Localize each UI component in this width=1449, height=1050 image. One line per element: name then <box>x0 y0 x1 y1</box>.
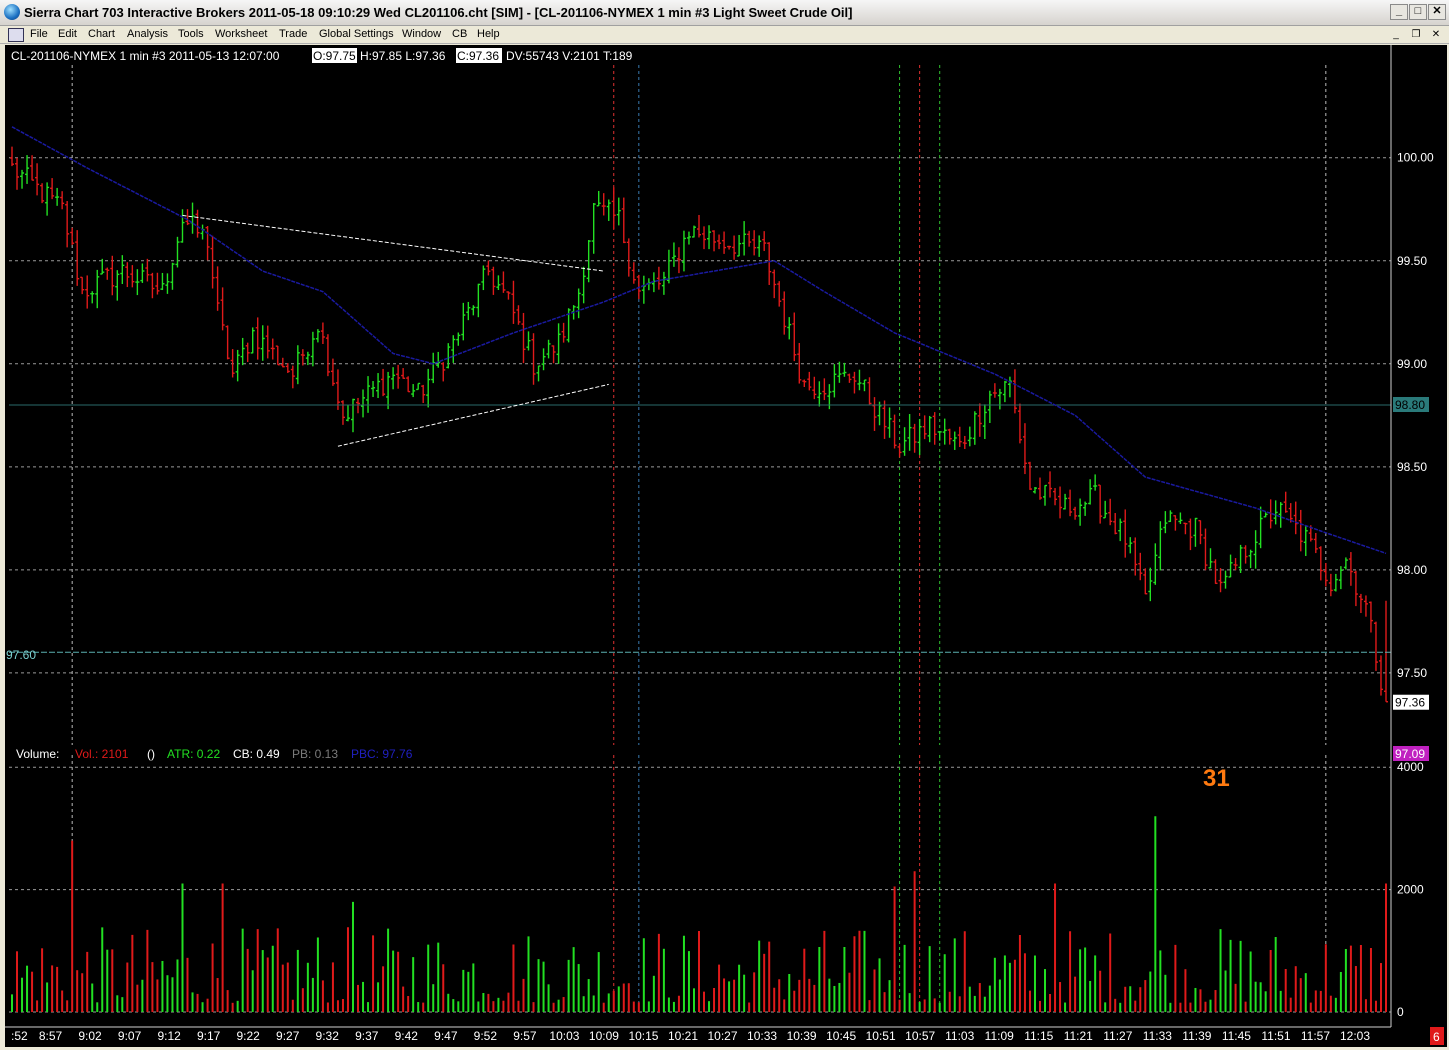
cb-value: CB: 0.49 <box>233 747 280 761</box>
pb-value: PB: 0.13 <box>292 747 338 761</box>
time-tick-label: 9:02 <box>78 1029 102 1043</box>
volume-label: Volume: <box>16 747 59 761</box>
time-tick-label: 11:15 <box>1024 1029 1053 1043</box>
high-low-values: H:97.85 L:97.36 <box>360 49 446 63</box>
grid-layer <box>9 157 1391 1013</box>
time-tick-label: 9:07 <box>118 1029 142 1043</box>
volume-tick-label: 4000 <box>1397 760 1424 774</box>
time-tick-label: 10:27 <box>708 1029 738 1043</box>
overlay-layer <box>9 126 1391 653</box>
doc-restore-button[interactable]: ❐ <box>1408 28 1424 41</box>
price-tick-label: 98.50 <box>1397 460 1427 474</box>
time-tick-label: 9:17 <box>197 1029 221 1043</box>
menu-analysis[interactable]: Analysis <box>127 28 168 40</box>
time-tick-label: 9:27 <box>276 1029 300 1043</box>
close-button[interactable]: ✕ <box>1428 4 1446 20</box>
chart-symbol-text: CL-201106-NYMEX 1 min #3 2011-05-13 12:0… <box>11 49 280 63</box>
paren-value: () <box>147 747 155 761</box>
menu-trade[interactable]: Trade <box>279 28 307 40</box>
left-price-label: 97.60 <box>6 648 36 662</box>
time-tick-label: 10:15 <box>628 1029 658 1043</box>
time-tick-label: 11:03 <box>945 1029 974 1043</box>
menu-bar: File Edit Chart Analysis Tools Worksheet… <box>0 26 1449 44</box>
pbc-value: PBC: 97.76 <box>351 747 413 761</box>
price-bars-layer <box>10 146 1388 703</box>
price-tick-label: 98.00 <box>1397 563 1427 577</box>
time-tick-label: 10:21 <box>668 1029 698 1043</box>
time-tick-label: 11:39 <box>1182 1029 1211 1043</box>
time-tick-label: 11:51 <box>1261 1029 1290 1043</box>
menu-global-settings[interactable]: Global Settings <box>319 28 394 40</box>
minimize-button[interactable]: _ <box>1390 4 1408 20</box>
menu-edit[interactable]: Edit <box>58 28 77 40</box>
document-icon[interactable] <box>8 28 24 42</box>
vol-value: Vol.: 2101 <box>75 747 129 761</box>
time-tick-label: 11:45 <box>1222 1029 1251 1043</box>
time-tick-label: 11:27 <box>1103 1029 1132 1043</box>
vertical-markers-layer <box>71 65 1327 1012</box>
time-tick-label: 12:03 <box>1340 1029 1370 1043</box>
time-tick-label: 9:22 <box>236 1029 260 1043</box>
time-tick-label: 10:09 <box>589 1029 619 1043</box>
menu-window[interactable]: Window <box>402 28 441 40</box>
price-tick-label: 100.00 <box>1397 151 1434 165</box>
axes-layer: 100.00 99.50 99.00 98.50 98.00 97.50 4000 2000 0… <box>5 45 1434 1043</box>
trendline <box>182 214 604 272</box>
menu-chart[interactable]: Chart <box>88 28 115 40</box>
daily-stats: DV:55743 V:2101 T:189 <box>506 49 633 63</box>
atr-value: ATR: 0.22 <box>167 747 220 761</box>
time-tick-label: 11:33 <box>1143 1029 1172 1043</box>
doc-minimize-button[interactable]: _ <box>1388 28 1404 41</box>
time-tick-label: 9:52 <box>474 1029 498 1043</box>
close-value: C:97.36 <box>457 49 499 63</box>
pbc-marker-text: 97.09 <box>1395 747 1425 761</box>
time-tick-label: 11:09 <box>985 1029 1014 1043</box>
time-tick-label: 10:51 <box>866 1029 896 1043</box>
time-tick-label: 9:32 <box>316 1029 340 1043</box>
time-tick-label: :52 <box>11 1029 28 1043</box>
time-tick-label: 9:47 <box>434 1029 458 1043</box>
window-title: Sierra Chart 703 Interactive Brokers 201… <box>24 5 853 20</box>
price-tick-label: 97.50 <box>1397 666 1427 680</box>
counter-text: 31 <box>1203 765 1230 792</box>
maximize-button[interactable]: □ <box>1409 4 1427 20</box>
price-marker-text: 98.80 <box>1395 398 1425 412</box>
time-tick-label: 9:42 <box>395 1029 419 1043</box>
time-tick-label: 10:03 <box>549 1029 579 1043</box>
menu-tools[interactable]: Tools <box>178 28 204 40</box>
time-tick-label: 10:33 <box>747 1029 777 1043</box>
menu-cb[interactable]: CB <box>452 28 467 40</box>
price-volume-chart[interactable]: 100.00 99.50 99.00 98.50 98.00 97.50 4000 2000 0… <box>5 45 1447 1047</box>
time-tick-label: 9:12 <box>157 1029 181 1043</box>
time-tick-label: 11:57 <box>1301 1029 1330 1043</box>
app-globe-icon <box>4 4 20 20</box>
volume-tick-label: 2000 <box>1397 883 1424 897</box>
open-value: O:97.75 <box>313 49 356 63</box>
volume-bars-layer <box>11 816 1387 1012</box>
menu-file[interactable]: File <box>30 28 48 40</box>
menu-help[interactable]: Help <box>477 28 500 40</box>
time-tick-label: 10:45 <box>826 1029 856 1043</box>
price-tick-label: 99.00 <box>1397 357 1427 371</box>
last-price-marker-text: 97.36 <box>1395 696 1425 710</box>
time-tick-label: 9:57 <box>513 1029 537 1043</box>
volume-tick-label: 0 <box>1397 1005 1404 1019</box>
menu-worksheet[interactable]: Worksheet <box>215 28 267 40</box>
bottom-right-badge-text: 6 <box>1433 1030 1440 1044</box>
chart-area[interactable]: 100.00 99.50 99.00 98.50 98.00 97.50 4000 2000 0… <box>5 45 1447 1047</box>
time-tick-label: 10:39 <box>787 1029 817 1043</box>
moving-average-line <box>11 126 1387 555</box>
title-bar[interactable]: Sierra Chart 703 Interactive Brokers 201… <box>0 0 1449 26</box>
time-tick-label: 11:21 <box>1064 1029 1093 1043</box>
time-tick-label: 10:57 <box>905 1029 935 1043</box>
doc-close-button[interactable]: ✕ <box>1428 28 1444 41</box>
time-tick-label: 9:37 <box>355 1029 379 1043</box>
time-tick-label: 8:57 <box>39 1029 63 1043</box>
price-tick-label: 99.50 <box>1397 254 1427 268</box>
